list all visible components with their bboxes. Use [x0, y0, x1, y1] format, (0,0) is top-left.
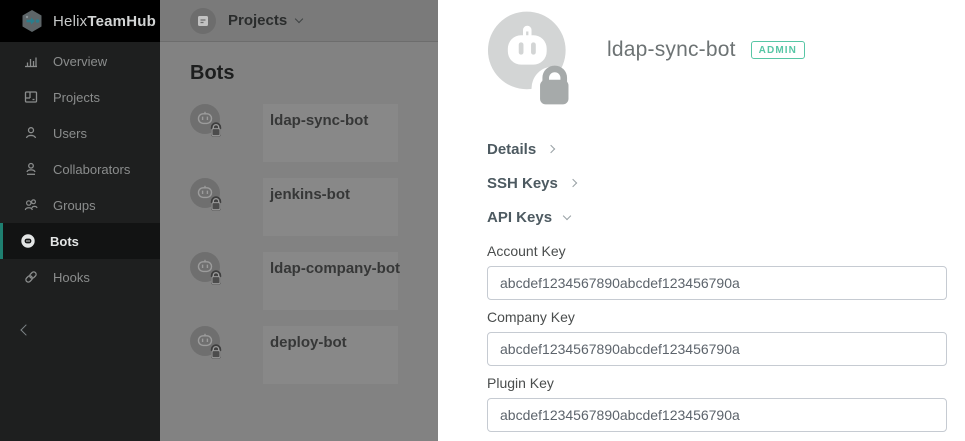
bot-name: ldap-sync-bot [270, 112, 368, 129]
company-key-input[interactable] [487, 332, 947, 366]
company-key-label: Company Key [487, 309, 947, 325]
section-details[interactable]: Details [487, 132, 947, 166]
bot-list-item-ldap-company-bot[interactable]: ldap-company-bot [190, 252, 438, 326]
collaborator-icon [23, 161, 39, 177]
sidebar-item-label: Users [53, 126, 87, 141]
helix-logo-icon [20, 9, 44, 33]
bot-title: ldap-sync-bot [607, 38, 736, 62]
brand-name: HelixTeamHub [53, 13, 156, 30]
sidebar-item-label: Hooks [53, 270, 90, 285]
sidebar-item-collaborators[interactable]: Collaborators [0, 151, 160, 187]
detail-sections: Details SSH Keys API Keys [487, 132, 947, 234]
sidebar-item-overview[interactable]: Overview [0, 43, 160, 79]
bot-list-item-deploy-bot[interactable]: deploy-bot [190, 326, 438, 400]
sidebar-item-bots[interactable]: Bots [0, 223, 160, 259]
projects-icon [23, 89, 39, 105]
api-keys-form: Account Key Company Key Plugin Key [487, 243, 947, 432]
account-key-input[interactable] [487, 266, 947, 300]
sidebar-item-label: Projects [53, 90, 100, 105]
bot-name: jenkins-bot [270, 186, 350, 203]
bot-icon [20, 233, 36, 249]
bot-list-item-jenkins-bot[interactable]: jenkins-bot [190, 178, 438, 252]
sidebar-item-projects[interactable]: Projects [0, 79, 160, 115]
bot-avatar-icon [190, 104, 224, 138]
chevron-down-icon [295, 15, 303, 23]
app: HelixTeamHub Overview Projects Users [0, 0, 965, 441]
bot-title-row: ldap-sync-bot ADMIN [607, 38, 805, 62]
section-label: API Keys [487, 209, 552, 226]
bots-list: Bots ldap-sync-bot [160, 42, 438, 400]
hook-link-icon [23, 269, 39, 285]
brand-name-light: Helix [53, 13, 87, 30]
account-key-label: Account Key [487, 243, 947, 259]
chevron-right-icon [547, 145, 555, 153]
brand-name-bold: TeamHub [87, 13, 156, 30]
sidebar-item-hooks[interactable]: Hooks [0, 259, 160, 295]
bot-avatar-icon [190, 326, 224, 360]
sidebar-item-label: Bots [50, 234, 79, 249]
plugin-key-label: Plugin Key [487, 375, 947, 391]
bot-profile-header: ldap-sync-bot ADMIN [487, 10, 947, 106]
bot-avatar-icon [190, 178, 224, 212]
section-label: SSH Keys [487, 175, 558, 192]
sidebar: HelixTeamHub Overview Projects Users [0, 0, 160, 441]
sidebar-item-label: Groups [53, 198, 96, 213]
panel-title: Bots [190, 62, 438, 85]
section-label: Details [487, 141, 536, 158]
plugin-key-input[interactable] [487, 398, 947, 432]
chevron-left-icon [20, 324, 31, 335]
brand: HelixTeamHub [0, 0, 160, 42]
bot-detail-pane: ldap-sync-bot ADMIN Details SSH Keys API… [438, 0, 965, 441]
groups-icon [23, 197, 39, 213]
bot-name: ldap-company-bot [270, 260, 400, 277]
sidebar-collapse-button[interactable] [22, 321, 36, 335]
sidebar-item-users[interactable]: Users [0, 115, 160, 151]
project-selector[interactable]: Projects [160, 0, 438, 42]
bots-panel: Projects Bots ldap-sync-bot [160, 0, 438, 441]
bar-chart-icon [23, 53, 39, 69]
bot-avatar-large-icon [487, 10, 577, 106]
admin-badge: ADMIN [751, 41, 805, 59]
sidebar-nav: Overview Projects Users Collaborators [0, 43, 160, 295]
bot-name: deploy-bot [270, 334, 347, 351]
bot-list-item-ldap-sync-bot[interactable]: ldap-sync-bot [190, 104, 438, 178]
sidebar-item-label: Collaborators [53, 162, 130, 177]
project-selector-label: Projects [228, 12, 287, 29]
projects-avatar-icon [190, 8, 216, 34]
bot-avatar-icon [190, 252, 224, 286]
user-icon [23, 125, 39, 141]
section-ssh-keys[interactable]: SSH Keys [487, 166, 947, 200]
chevron-down-icon [563, 211, 571, 219]
sidebar-item-label: Overview [53, 54, 107, 69]
section-api-keys[interactable]: API Keys [487, 200, 947, 234]
chevron-right-icon [569, 179, 577, 187]
sidebar-item-groups[interactable]: Groups [0, 187, 160, 223]
